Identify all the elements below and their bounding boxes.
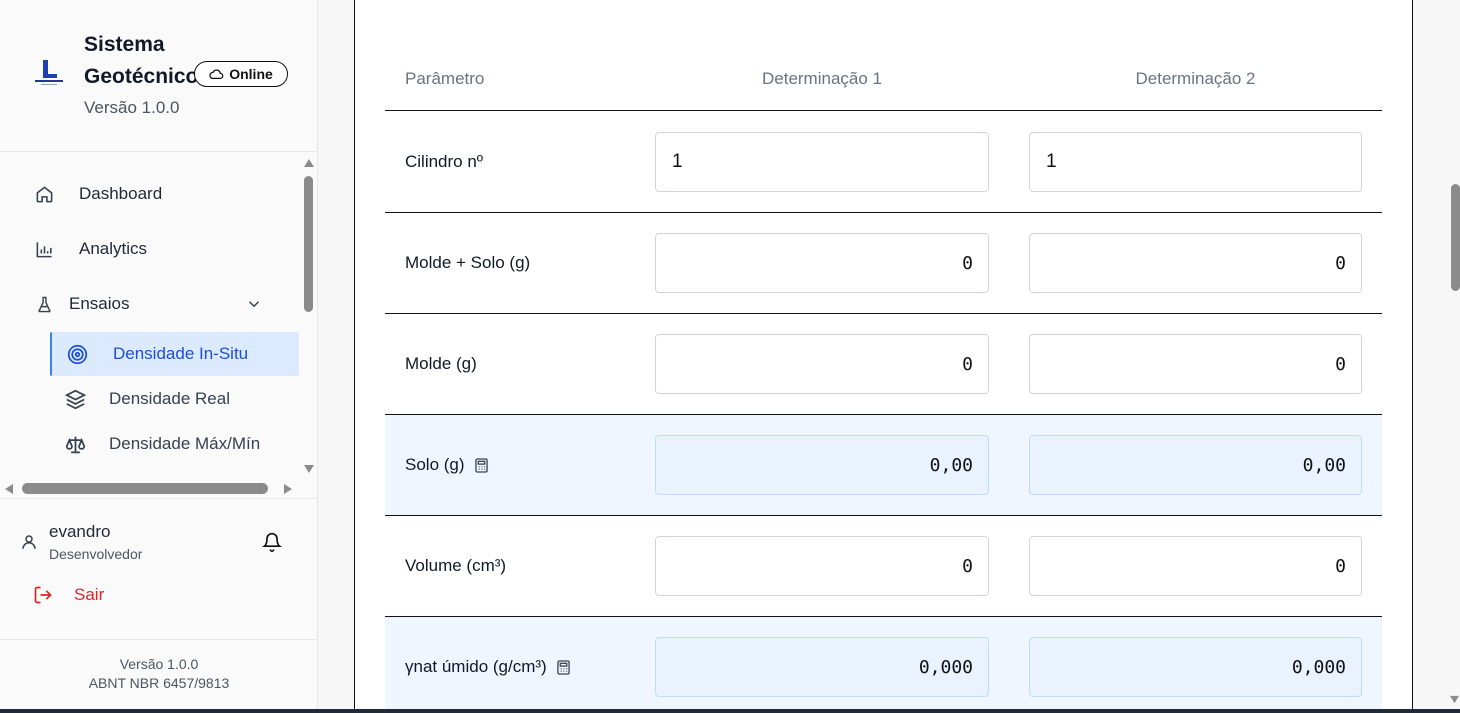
chevron-down-icon[interactable] xyxy=(245,295,263,313)
scroll-left-arrow-icon[interactable] xyxy=(4,483,14,495)
param-text: Cilindro nº xyxy=(405,152,484,171)
sub-item-densidade-max-min[interactable]: Densidade Máx/Mín xyxy=(50,422,299,466)
header-parametro: Parâmetro xyxy=(405,69,485,88)
nav-item-ensaios[interactable]: Ensaios xyxy=(0,282,300,326)
scrollbar-thumb[interactable] xyxy=(1451,184,1460,291)
flask-icon xyxy=(34,294,54,314)
user-panel: evandro Desenvolvedor Sair xyxy=(0,498,318,640)
layers-icon xyxy=(64,388,86,410)
online-status-badge: Online xyxy=(194,61,288,87)
nav-label: Ensaios xyxy=(69,294,130,313)
lab-logo xyxy=(35,60,63,85)
scale-icon xyxy=(64,433,86,455)
sub-item-densidade-real[interactable]: Densidade Real xyxy=(50,377,299,421)
app-title: Sistema Geotécnico xyxy=(84,33,199,88)
footer-standard: ABNT NBR 6457/9813 xyxy=(88,675,230,691)
volume-d2-input[interactable]: 0 xyxy=(1029,536,1362,596)
sidebar: Sistema Geotécnico Versão 1.0.0 Online D… xyxy=(0,0,318,713)
param-text: Solo (g) xyxy=(405,455,465,474)
cilindro-d1-input[interactable]: 1 xyxy=(655,132,989,192)
nav-label: Analytics xyxy=(79,239,148,258)
header-determinacao-2: Determinação 2 xyxy=(1135,69,1256,88)
page-vertical-scrollbar[interactable] xyxy=(1448,0,1460,713)
nav-item-dashboard[interactable]: Dashboard xyxy=(0,172,300,216)
scroll-up-arrow-icon[interactable] xyxy=(303,158,315,168)
calculator-icon xyxy=(556,659,570,675)
param-text: Volume (cm³) xyxy=(405,556,507,575)
nav-label: Dashboard xyxy=(79,184,163,203)
header-determinacao-1: Determinação 1 xyxy=(761,69,882,88)
calculator-icon xyxy=(474,457,488,473)
solo-d2-output: 0,00 xyxy=(1029,435,1362,495)
online-status-label: Online xyxy=(229,66,273,82)
sidebar-footer: Versão 1.0.0 ABNT NBR 6457/9813 xyxy=(0,655,318,693)
param-label: Solo (g) xyxy=(405,415,488,515)
scrollbar-thumb[interactable] xyxy=(304,176,313,312)
scroll-down-arrow-icon[interactable] xyxy=(303,464,315,474)
sub-item-densidade-in-situ[interactable]: Densidade In-Situ xyxy=(50,332,299,376)
sidebar-vertical-scrollbar[interactable] xyxy=(302,158,315,476)
scrollbar-thumb[interactable] xyxy=(22,483,268,494)
brand-header: Sistema Geotécnico Versão 1.0.0 Online xyxy=(0,0,318,152)
user-name: evandro xyxy=(49,522,111,541)
table-row: Volume (cm³) 0 0 xyxy=(385,516,1382,617)
volume-d1-input[interactable]: 0 xyxy=(655,536,989,596)
table-row: Molde + Solo (g) 0 0 xyxy=(385,213,1382,314)
home-icon xyxy=(34,184,54,204)
param-label: Molde (g) xyxy=(405,314,477,414)
table-row-calculated: γnat úmido (g/cm³) 0,000 0,000 xyxy=(385,617,1382,713)
determinations-card: Parâmetro Determinação 1 Determinação 2 … xyxy=(354,0,1413,713)
molde-d1-input[interactable]: 0 xyxy=(655,334,989,394)
param-label: Cilindro nº xyxy=(405,112,483,212)
bottom-edge xyxy=(0,709,1460,713)
logout-label: Sair xyxy=(74,585,105,604)
sub-item-label: Densidade In-Situ xyxy=(113,344,249,363)
param-label: Volume (cm³) xyxy=(405,516,506,616)
sidebar-nav: Dashboard Analytics Ensaios Densidade In… xyxy=(0,152,318,498)
molde-solo-d2-input[interactable]: 0 xyxy=(1029,233,1362,293)
table-header: Parâmetro Determinação 1 Determinação 2 xyxy=(385,65,1382,111)
cilindro-d2-input[interactable]: 1 xyxy=(1029,132,1362,192)
solo-d1-output: 0,00 xyxy=(655,435,989,495)
molde-solo-d1-input[interactable]: 0 xyxy=(655,233,989,293)
molde-d2-input[interactable]: 0 xyxy=(1029,334,1362,394)
sub-item-label: Densidade Real xyxy=(109,389,230,408)
user-role: Desenvolvedor xyxy=(49,546,143,562)
gamma-nat-d1-output: 0,000 xyxy=(655,637,989,697)
user-icon xyxy=(22,535,36,549)
bell-icon[interactable] xyxy=(262,532,282,552)
main-content: Parâmetro Determinação 1 Determinação 2 … xyxy=(318,0,1460,713)
gamma-nat-d2-output: 0,000 xyxy=(1029,637,1362,697)
logout-button[interactable]: Sair xyxy=(33,585,104,605)
table-row-calculated: Solo (g) 0,00 0,00 xyxy=(385,415,1382,516)
nav-item-analytics[interactable]: Analytics xyxy=(0,227,300,271)
footer-version: Versão 1.0.0 xyxy=(119,656,199,672)
target-icon xyxy=(66,343,88,365)
param-label: γnat úmido (g/cm³) xyxy=(405,617,570,713)
sub-item-label: Densidade Máx/Mín xyxy=(109,434,261,453)
app-version: Versão 1.0.0 xyxy=(84,98,180,117)
table-row: Cilindro nº 1 1 xyxy=(385,112,1382,213)
param-text: Molde (g) xyxy=(405,354,477,373)
bar-chart-icon xyxy=(34,239,54,259)
sidebar-horizontal-scrollbar[interactable] xyxy=(0,478,300,498)
param-text: Molde + Solo (g) xyxy=(405,253,531,272)
param-text: γnat úmido (g/cm³) xyxy=(405,657,547,676)
logout-icon xyxy=(34,586,52,604)
cloud-icon xyxy=(209,69,224,79)
scroll-down-arrow-icon[interactable] xyxy=(1449,695,1460,704)
table-row: Molde (g) 0 0 xyxy=(385,314,1382,415)
scroll-right-arrow-icon[interactable] xyxy=(283,483,293,495)
param-label: Molde + Solo (g) xyxy=(405,213,530,313)
